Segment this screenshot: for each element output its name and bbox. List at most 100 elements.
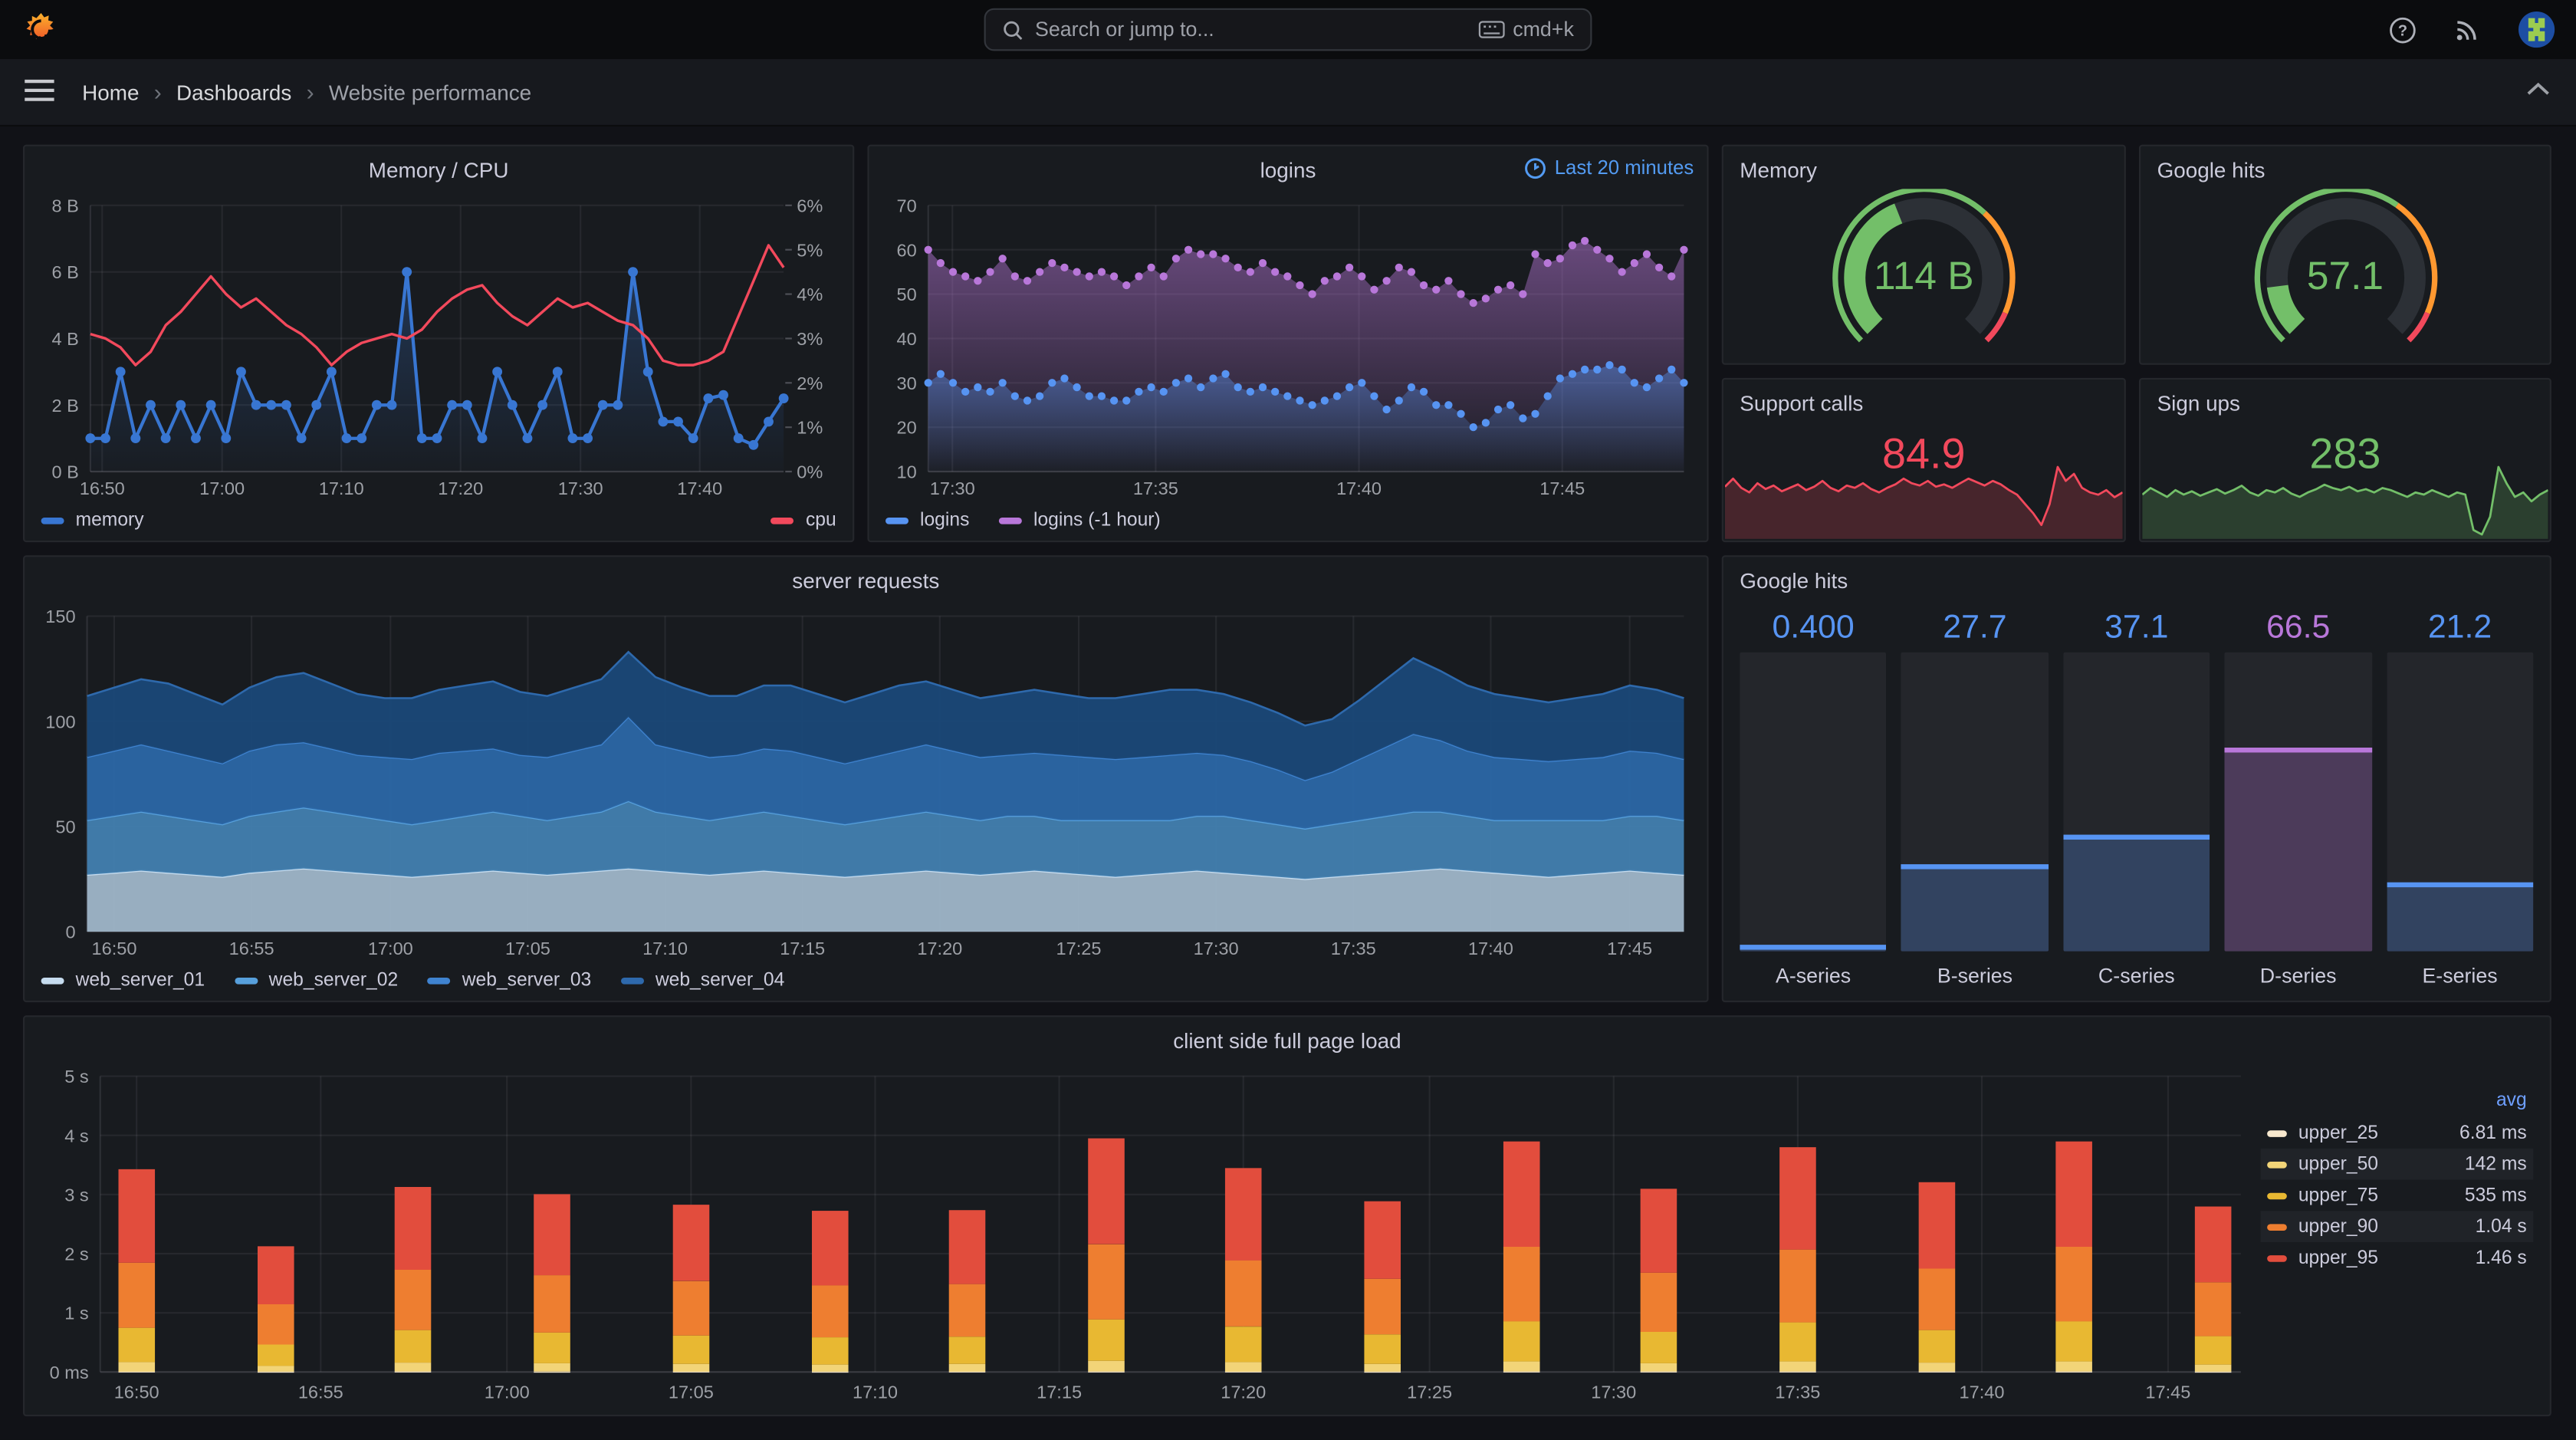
svg-text:17:40: 17:40 <box>1468 939 1513 958</box>
bar-gauge-fill <box>2063 835 2210 952</box>
server-requests-chart[interactable]: 16:50 16:55 17:00 17:05 17:10 17:15 17:20 17:25… <box>28 603 1704 961</box>
menu-icon[interactable] <box>25 79 54 102</box>
legend-column-avg[interactable]: avg <box>2261 1086 2534 1117</box>
client-load-chart[interactable]: 16:50 16:55 17:00 17:05 17:10 17:15 17:20 17:25… <box>28 1063 2254 1405</box>
svg-text:17:20: 17:20 <box>917 939 962 958</box>
bar-gauge-value: 21.2 <box>2427 610 2492 646</box>
legend-swatch <box>2267 1223 2287 1230</box>
panel-google-hits-gauge: Google hits 57.1 <box>2139 144 2551 365</box>
legend-swatch <box>620 978 644 985</box>
svg-text:17:15: 17:15 <box>780 939 825 958</box>
svg-text:16:55: 16:55 <box>229 939 274 958</box>
svg-text:17:35: 17:35 <box>1331 939 1376 958</box>
legend-item-web-server-03[interactable]: web_server_03 <box>427 971 591 991</box>
support-calls-value: 84.9 <box>1882 429 1966 478</box>
svg-text:16:55: 16:55 <box>298 1382 343 1402</box>
shortcut-hint: cmd+k <box>1478 18 1574 41</box>
panel-support-calls: Support calls 84.9 <box>1721 377 2126 543</box>
svg-text:16:50: 16:50 <box>91 939 136 958</box>
svg-text:30: 30 <box>896 373 916 393</box>
legend-item-cpu[interactable]: cpu <box>770 511 836 531</box>
svg-text:10: 10 <box>896 462 916 482</box>
bar-gauge-value: 37.1 <box>2104 610 2169 646</box>
legend-item-logins-1-hour-[interactable]: logins (-1 hour) <box>998 511 1161 531</box>
svg-text:0 B: 0 B <box>51 462 78 482</box>
help-icon[interactable]: ? <box>2389 15 2417 43</box>
svg-text:17:25: 17:25 <box>1407 1382 1452 1402</box>
svg-text:17:00: 17:00 <box>368 939 413 958</box>
memory-gauge-value: 114 B <box>1873 255 1974 299</box>
bar-gauge-label: B-series <box>1937 964 2013 988</box>
logins-legend: logins logins (-1 hour) <box>886 506 1691 536</box>
sign-ups-value: 283 <box>2309 429 2381 478</box>
bar-gauge-label: D-series <box>2259 964 2337 988</box>
user-avatar[interactable] <box>2517 10 2556 49</box>
google-hits-gauge-value: 57.1 <box>2306 255 2384 299</box>
panel-title-google-hits[interactable]: Google hits <box>2141 146 2550 192</box>
svg-text:17:20: 17:20 <box>438 478 483 498</box>
panel-server-requests: server requests 16:50 16:55 17:00 17:05 17:1… <box>23 555 1709 1003</box>
svg-text:2 B: 2 B <box>51 396 78 416</box>
breadcrumb-home[interactable]: Home <box>82 80 139 104</box>
top-nav-bar: Search or jump to... cmd+k ? <box>0 0 2576 60</box>
search-input[interactable]: Search or jump to... cmd+k <box>984 8 1592 51</box>
legend-item-web-server-04[interactable]: web_server_04 <box>620 971 784 991</box>
logins-chart[interactable]: 17:30 17:35 17:40 17:45 10 20 30 40 50 60 70 <box>872 192 1704 501</box>
breadcrumb-current: Website performance <box>328 79 532 105</box>
chevron-up-icon[interactable] <box>2527 82 2550 97</box>
server-requests-legend: web_server_01 web_server_02 web_server_03 w… <box>41 966 1691 996</box>
legend-item-web-server-02[interactable]: web_server_02 <box>234 971 398 991</box>
panel-title-google-hits-bars[interactable]: Google hits <box>1723 557 2550 603</box>
svg-text:70: 70 <box>896 196 916 215</box>
legend-item-web-server-01[interactable]: web_server_01 <box>41 971 205 991</box>
svg-text:17:25: 17:25 <box>1056 939 1102 958</box>
svg-text:17:30: 17:30 <box>930 478 975 498</box>
svg-text:17:35: 17:35 <box>1133 478 1178 498</box>
legend-row-upper_95[interactable]: upper_95 1.46 s <box>2261 1242 2534 1274</box>
legend-row-upper_75[interactable]: upper_75 535 ms <box>2261 1180 2534 1212</box>
panel-title-sign-ups[interactable]: Sign ups <box>2141 380 2550 426</box>
svg-text:?: ? <box>2398 21 2407 38</box>
svg-text:17:00: 17:00 <box>199 478 245 498</box>
svg-text:0: 0 <box>65 922 75 942</box>
panel-title-memory[interactable]: Memory <box>1723 146 2124 192</box>
panel-client-load: client side full page load 16:50 16:55 17:… <box>23 1015 2551 1417</box>
legend-row-upper_25[interactable]: upper_25 6.81 ms <box>2261 1117 2534 1149</box>
svg-text:40: 40 <box>896 329 916 349</box>
svg-text:17:20: 17:20 <box>1221 1382 1266 1402</box>
panel-title-memory-cpu[interactable]: Memory / CPU <box>25 146 853 192</box>
bar-gauge-label: E-series <box>2422 964 2498 988</box>
legend-row-upper_90[interactable]: upper_90 1.04 s <box>2260 1211 2534 1242</box>
svg-text:4%: 4% <box>797 284 823 304</box>
svg-text:6%: 6% <box>797 196 823 215</box>
svg-text:8 B: 8 B <box>51 196 78 215</box>
panel-title-client-load[interactable]: client side full page load <box>25 1017 2550 1063</box>
legend-swatch <box>2267 1192 2287 1199</box>
bar-gauge-value: 27.7 <box>1943 610 2007 646</box>
svg-text:5%: 5% <box>797 240 823 260</box>
svg-text:3 s: 3 s <box>64 1185 88 1205</box>
time-range-label[interactable]: Last 20 minutes <box>1525 156 1694 179</box>
breadcrumb-separator: › <box>153 78 162 106</box>
bar-gauge-fill <box>1740 945 1887 952</box>
breadcrumb: Home › Dashboards › Website performance <box>82 79 531 105</box>
svg-text:150: 150 <box>45 607 75 626</box>
svg-text:20: 20 <box>896 418 916 438</box>
svg-text:17:30: 17:30 <box>1194 939 1239 958</box>
svg-text:17:00: 17:00 <box>485 1382 530 1402</box>
svg-text:17:30: 17:30 <box>1591 1382 1636 1402</box>
legend-item-logins[interactable]: logins <box>886 511 969 531</box>
memory-cpu-chart[interactable]: 16:50 17:00 17:10 17:20 17:30 17:40 0 B 2 B 4 B 6… <box>28 192 849 501</box>
svg-text:17:40: 17:40 <box>677 478 722 498</box>
breadcrumb-separator: › <box>306 78 314 106</box>
svg-text:6 B: 6 B <box>51 262 78 282</box>
breadcrumb-dashboards[interactable]: Dashboards <box>176 80 291 104</box>
legend-item-memory[interactable]: memory <box>41 511 144 531</box>
legend-row-upper_50[interactable]: upper_50 142 ms <box>2260 1148 2534 1180</box>
bar-gauge-value: 66.5 <box>2266 610 2331 646</box>
rss-icon[interactable] <box>2453 15 2480 43</box>
panel-memory-gauge: Memory 114 B <box>1721 144 2126 365</box>
panel-title-support-calls[interactable]: Support calls <box>1723 380 2124 426</box>
panel-title-server-requests[interactable]: server requests <box>25 557 1707 603</box>
grafana-logo-icon[interactable] <box>23 12 59 48</box>
